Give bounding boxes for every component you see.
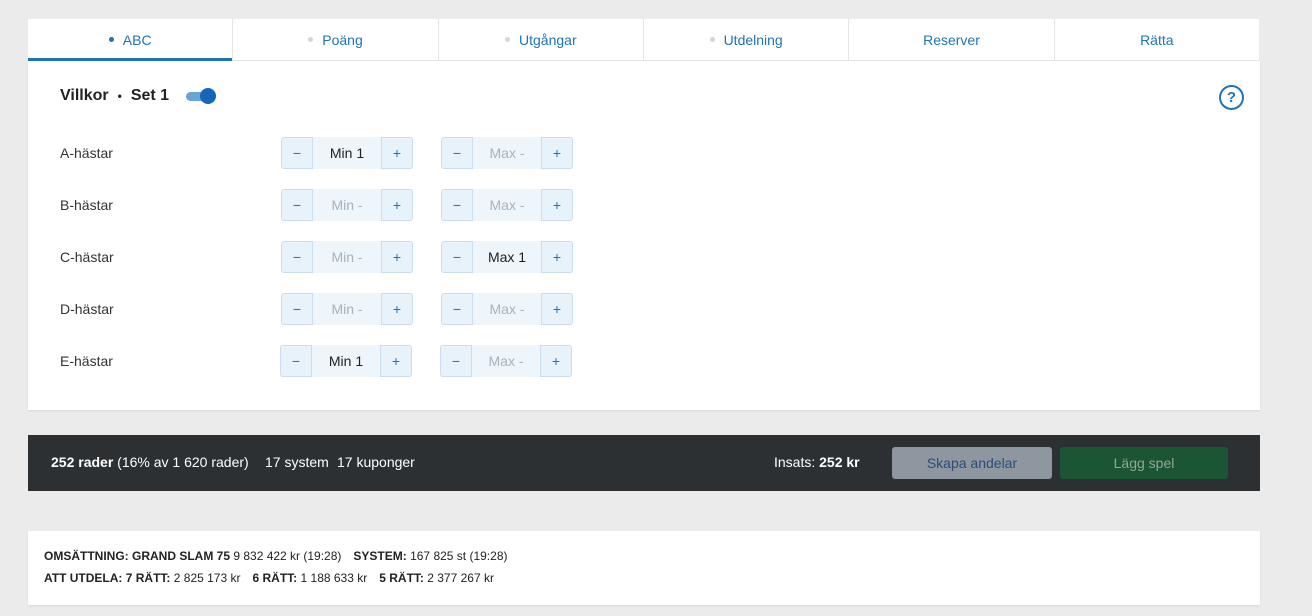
min-stepper: − Min 1 +: [280, 345, 412, 377]
increment-min-button[interactable]: +: [381, 293, 413, 325]
increment-max-button[interactable]: +: [541, 241, 573, 273]
max-stepper: − Max - +: [441, 189, 573, 221]
separator-dot: •: [117, 89, 122, 103]
tab-status-dot: [308, 37, 314, 42]
tab-status-dot: [505, 37, 511, 42]
tab-label: Utdelning: [723, 31, 783, 48]
tab-utdelning[interactable]: Utdelning: [644, 19, 850, 60]
decrement-max-button[interactable]: −: [441, 189, 473, 221]
max-value[interactable]: Max -: [472, 345, 540, 377]
turnover-value: 9 832 422 kr (19:28): [230, 549, 342, 563]
coupon-count: 17 kuponger: [337, 454, 415, 470]
decrement-max-button[interactable]: −: [441, 241, 473, 273]
row-label: A-hästar: [60, 145, 113, 161]
increment-min-button[interactable]: +: [381, 137, 413, 169]
increment-max-button[interactable]: +: [541, 189, 573, 221]
min-value[interactable]: Min -: [313, 293, 381, 325]
increment-min-button[interactable]: +: [381, 241, 413, 273]
stake-value: 252 kr: [819, 454, 860, 470]
stake-summary: Insats: 252 kr: [774, 454, 860, 470]
tab-status-dot: [108, 37, 114, 42]
max-stepper: − Max - +: [440, 345, 572, 377]
max-value[interactable]: Max 1: [473, 241, 541, 273]
tab-poang[interactable]: Poäng: [233, 19, 439, 60]
tab-utgangar[interactable]: Utgångar: [439, 19, 644, 60]
condition-row-b: B-hästar − Min - + − Max - +: [60, 189, 620, 221]
max-value[interactable]: Max -: [473, 137, 541, 169]
increment-max-button[interactable]: +: [541, 293, 573, 325]
max-value[interactable]: Max -: [473, 293, 541, 325]
turnover-line: OMSÄTTNING: GRAND SLAM 75 9 832 422 kr (…: [44, 549, 507, 563]
place-bet-button[interactable]: Lägg spel: [1060, 447, 1228, 479]
decrement-max-button[interactable]: −: [440, 345, 472, 377]
payout-line: ATT UTDELA: 7 RÄTT: 2 825 173 kr 6 RÄTT: …: [44, 571, 494, 585]
set-label: Set 1: [130, 87, 170, 104]
min-value[interactable]: Min 1: [313, 137, 381, 169]
max-stepper: − Max 1 +: [441, 241, 573, 273]
tab-ratta[interactable]: Rätta: [1055, 19, 1259, 60]
payout-7-label: ATT UTDELA: 7 RÄTT:: [44, 571, 171, 585]
increment-min-button[interactable]: +: [381, 189, 413, 221]
tab-status-dot: [709, 37, 715, 42]
min-stepper: − Min - +: [281, 189, 413, 221]
decrement-min-button[interactable]: −: [280, 345, 312, 377]
conditions-title: Villkor: [60, 87, 109, 104]
help-icon[interactable]: ?: [1219, 85, 1244, 110]
toggle-knob: [200, 88, 217, 104]
conditions-panel: Villkor • Set 1 ? A-hästar − Min 1 + − M…: [28, 61, 1260, 410]
tab-label: Poäng: [322, 31, 363, 48]
system-value: 167 825 st (19:28): [406, 549, 508, 563]
tab-abc[interactable]: ABC: [28, 19, 234, 61]
payout-5-value: 2 377 267 kr: [423, 571, 494, 585]
rows-detail: (16% av 1 620 rader): [113, 454, 249, 470]
max-value[interactable]: Max -: [473, 189, 541, 221]
tab-label: Rätta: [1140, 31, 1174, 48]
tab-bar: ABC Poäng Utgångar Utdelning Reserver Rä…: [28, 19, 1259, 61]
min-stepper: − Min - +: [281, 293, 413, 325]
condition-row-e: E-hästar − Min 1 + − Max - +: [60, 345, 620, 377]
tab-label: Utgångar: [519, 31, 577, 48]
set-toggle[interactable]: [186, 88, 217, 104]
row-label: B-hästar: [60, 197, 113, 213]
increment-max-button[interactable]: +: [540, 345, 572, 377]
condition-row-c: C-hästar − Min - + − Max 1 +: [60, 241, 620, 273]
system-label: SYSTEM:: [353, 549, 407, 563]
max-stepper: − Max - +: [441, 137, 573, 169]
min-stepper: − Min 1 +: [281, 137, 413, 169]
payout-6-value: 1 188 633 kr: [297, 571, 368, 585]
tab-label: ABC: [122, 31, 152, 48]
row-label: E-hästar: [60, 353, 113, 369]
row-label: C-hästar: [60, 249, 114, 265]
conditions-header: Villkor • Set 1: [60, 87, 217, 105]
tab-label: Reserver: [923, 31, 980, 48]
min-value[interactable]: Min 1: [312, 345, 380, 377]
turnover-info-panel: OMSÄTTNING: GRAND SLAM 75 9 832 422 kr (…: [28, 531, 1260, 605]
rows-summary: 252 rader (16% av 1 620 rader): [51, 454, 249, 470]
min-value[interactable]: Min -: [313, 241, 381, 273]
payout-5-label: 5 RÄTT:: [379, 571, 424, 585]
increment-max-button[interactable]: +: [541, 137, 573, 169]
decrement-max-button[interactable]: −: [441, 293, 473, 325]
min-value[interactable]: Min -: [313, 189, 381, 221]
decrement-min-button[interactable]: −: [281, 137, 313, 169]
system-count: 17 system: [265, 454, 329, 470]
decrement-min-button[interactable]: −: [281, 293, 313, 325]
payout-7-value: 2 825 173 kr: [170, 571, 241, 585]
tab-reserver[interactable]: Reserver: [849, 19, 1055, 60]
payout-6-label: 6 RÄTT:: [252, 571, 298, 585]
rows-count: 252 rader: [51, 454, 114, 470]
stake-label: Insats:: [774, 454, 820, 470]
row-label: D-hästar: [60, 301, 114, 317]
decrement-max-button[interactable]: −: [441, 137, 473, 169]
min-stepper: − Min - +: [281, 241, 413, 273]
create-shares-button[interactable]: Skapa andelar: [892, 447, 1052, 479]
turnover-label: OMSÄTTNING: GRAND SLAM 75: [44, 549, 230, 563]
decrement-min-button[interactable]: −: [281, 241, 313, 273]
condition-row-d: D-hästar − Min - + − Max - +: [60, 293, 620, 325]
max-stepper: − Max - +: [441, 293, 573, 325]
decrement-min-button[interactable]: −: [281, 189, 313, 221]
increment-min-button[interactable]: +: [380, 345, 412, 377]
condition-row-a: A-hästar − Min 1 + − Max - +: [60, 137, 620, 169]
bet-summary-bar: 252 rader (16% av 1 620 rader) 17 system…: [28, 435, 1260, 491]
